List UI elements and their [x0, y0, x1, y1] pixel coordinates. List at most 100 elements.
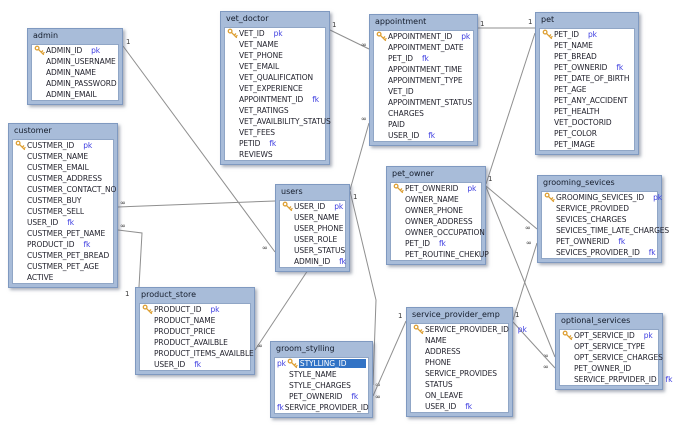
- field-row-address[interactable]: ADDRESS: [411, 346, 508, 357]
- field-name[interactable]: ADMIN_NAME: [46, 68, 96, 77]
- field-row-custmer_name[interactable]: CUSTMER_NAME: [13, 151, 113, 162]
- field-name[interactable]: PET_ID: [554, 30, 579, 39]
- field-name[interactable]: VET_RATINGS: [239, 106, 289, 115]
- table-service_provider_emp[interactable]: service_provider_emp SERVICE_PROVIDER_ID p…: [406, 307, 527, 417]
- field-name[interactable]: STYLE_CHARGES: [289, 381, 351, 390]
- field-row-active[interactable]: ACTIVE: [13, 272, 113, 283]
- field-row-appointment_date[interactable]: APPOINTMENT_DATE: [374, 42, 473, 53]
- field-row-product_items_availble[interactable]: PRODUCT_ITEMS_AVAILBLE: [140, 348, 254, 359]
- table-pet[interactable]: pet PET_ID pk PET_NAME PET_BREAD PET_OWNERID f…: [535, 12, 639, 155]
- field-name[interactable]: APPOINTMENT_TYPE: [388, 76, 463, 85]
- field-row-reviews[interactable]: REVIEWS: [225, 149, 325, 160]
- field-name[interactable]: OWNER_ADDRESS: [405, 217, 473, 226]
- field-row-service_prpvider_id[interactable]: SERVICE_PRPVIDER_ID fk: [560, 374, 672, 385]
- field-name[interactable]: STYLE_NAME: [289, 370, 337, 379]
- table-vet_doctor[interactable]: vet_doctor VET_ID pk VET_NAME VET_PHONE VET_E…: [220, 11, 331, 165]
- field-row-custmer_buy[interactable]: CUSTMER_BUY: [13, 195, 113, 206]
- field-row-owner_name[interactable]: OWNER_NAME: [391, 194, 481, 205]
- field-name[interactable]: CHARGES: [388, 109, 424, 118]
- field-row-sevices_provider_id[interactable]: SEVICES_PROVIDER_ID fk: [542, 247, 657, 258]
- field-name[interactable]: PHONE: [425, 358, 451, 367]
- field-name[interactable]: ACTIVE: [27, 273, 53, 282]
- field-name[interactable]: PRODUCT_ID: [154, 305, 202, 314]
- field-row-user_id[interactable]: USER_ID fk: [140, 359, 250, 370]
- relationship-line-service_provider_emp-grooming_sevices[interactable]: [512, 242, 538, 321]
- field-name[interactable]: VET_ID: [388, 87, 414, 96]
- field-row-custmer_contact_no[interactable]: CUSTMER_CONTACT_NO: [13, 184, 116, 195]
- field-name[interactable]: VET_ID: [239, 29, 265, 38]
- field-name[interactable]: SERVICE_PRPVIDER_ID: [574, 375, 657, 384]
- table-title-appointment[interactable]: appointment: [373, 15, 474, 30]
- field-row-user_id[interactable]: USER_ID fk: [411, 401, 508, 412]
- field-row-pet_name[interactable]: PET_NAME: [540, 40, 634, 51]
- field-row-admin_name[interactable]: ADMIN_NAME: [32, 67, 118, 78]
- field-row-opt_service_charges[interactable]: OPT_SERVICE_CHARGES: [560, 352, 663, 363]
- field-row-user_id[interactable]: USER_ID pk: [280, 201, 345, 212]
- field-row-opt_service_id[interactable]: OPT_SERVICE_ID pk: [560, 330, 658, 341]
- field-name[interactable]: PET_NAME: [554, 41, 593, 50]
- field-name[interactable]: VET_AVAILBILITY_STATUS: [239, 117, 331, 126]
- field-name[interactable]: USER_ID: [154, 360, 185, 369]
- field-name[interactable]: OPT_SERVICE_CHARGES: [574, 353, 663, 362]
- field-name[interactable]: USER_ID: [27, 218, 58, 227]
- field-row-product_id[interactable]: PRODUCT_ID pk: [140, 304, 250, 315]
- field-name[interactable]: PET_OWNERID: [554, 63, 607, 72]
- field-name[interactable]: PRODUCT_ITEMS_AVAILBLE: [154, 349, 254, 358]
- field-name[interactable]: CUSTMER_PET_NAME: [27, 229, 105, 238]
- table-grooming_sevices[interactable]: grooming_sevices GROOMING_SEVICES_ID pk SER…: [537, 175, 669, 263]
- relationship-line-customer-product_store[interactable]: [117, 229, 143, 288]
- field-row-product_availble[interactable]: PRODUCT_AVAILBLE: [140, 337, 250, 348]
- field-name[interactable]: PET_ID: [388, 54, 413, 63]
- field-name[interactable]: VET_EMAIL: [239, 62, 279, 71]
- field-name[interactable]: CUSTMER_SELL: [27, 207, 84, 216]
- er-diagram-canvas[interactable]: 1∞1∞∞1∞1∞11∞111∞∞1∞∞∞1∞adminADMIN_IDpkAD…: [0, 0, 680, 427]
- field-name[interactable]: CUSTMER_PET_BREAD: [27, 251, 109, 260]
- field-name[interactable]: SERVICE_PROVIDER_ID: [425, 325, 509, 334]
- field-row-pet_ownerid[interactable]: PET_OWNERID fk: [540, 62, 634, 73]
- field-name[interactable]: PET_OWNER_ID: [574, 364, 631, 373]
- field-name[interactable]: PET_OWNERID: [405, 184, 458, 193]
- field-name[interactable]: OWNER_OCCUPATION: [405, 228, 485, 237]
- field-row-vet_phone[interactable]: VET_PHONE: [225, 50, 325, 61]
- table-title-users[interactable]: users: [279, 185, 346, 200]
- field-row-pet_routine_chekup[interactable]: PET_ROUTINE_CHEKUP: [391, 249, 489, 260]
- field-name[interactable]: PET_ID: [405, 239, 430, 248]
- field-name[interactable]: STYLLING_ID: [298, 359, 366, 368]
- field-name[interactable]: USER_ID: [388, 131, 419, 140]
- field-name[interactable]: CUSTMER_NAME: [27, 152, 88, 161]
- field-row-admin_password[interactable]: ADMIN_PASSWORD: [32, 78, 118, 89]
- field-name[interactable]: PET_IMAGE: [554, 140, 595, 149]
- field-name[interactable]: VET_DOCTORID: [554, 118, 612, 127]
- field-row-pet_id[interactable]: PET_ID pk: [540, 29, 634, 40]
- field-name[interactable]: SERVICE_PROVIDES: [425, 369, 497, 378]
- field-name[interactable]: ADMIN_USERNAME: [46, 57, 116, 66]
- field-row-paid[interactable]: PAID: [374, 119, 473, 130]
- field-name[interactable]: PET_OWNERID: [289, 392, 342, 401]
- table-title-pet[interactable]: pet: [539, 13, 635, 28]
- field-row-appointment_id[interactable]: APPOINTMENT_ID fk: [225, 94, 325, 105]
- field-row-sevices_time_late_charges[interactable]: SEVICES_TIME_LATE_CHARGES: [542, 225, 669, 236]
- field-row-owner_occupation[interactable]: OWNER_OCCUPATION: [391, 227, 485, 238]
- field-row-vet_availbility_status[interactable]: VET_AVAILBILITY_STATUS: [225, 116, 331, 127]
- field-row-admin_id[interactable]: ADMIN_ID pk: [32, 45, 118, 56]
- field-row-status[interactable]: STATUS: [411, 379, 508, 390]
- field-row-pet_id[interactable]: PET_ID fk: [374, 53, 473, 64]
- table-title-customer[interactable]: customer: [12, 124, 114, 139]
- field-row-service_provider_id[interactable]: fk SERVICE_PROVIDER_ID: [275, 402, 369, 413]
- field-name[interactable]: STATUS: [425, 380, 453, 389]
- field-name[interactable]: SERVICE_PROVIDER_ID: [285, 403, 369, 412]
- field-row-grooming_sevices_id[interactable]: GROOMING_SEVICES_ID pk: [542, 192, 662, 203]
- field-row-custmer_pet_age[interactable]: CUSTMER_PET_AGE: [13, 261, 113, 272]
- field-name[interactable]: CUSTMER_CONTACT_NO: [27, 185, 116, 194]
- field-name[interactable]: PET_OWNERID: [556, 237, 609, 246]
- field-name[interactable]: VET_EXPERIENCE: [239, 84, 303, 93]
- field-name[interactable]: ADMIN_ID: [46, 46, 82, 55]
- field-row-pet_health[interactable]: PET_HEALTH: [540, 106, 634, 117]
- field-row-product_id[interactable]: PRODUCT_ID fk: [13, 239, 113, 250]
- table-title-grooming_sevices[interactable]: grooming_sevices: [541, 176, 658, 191]
- field-name[interactable]: PRODUCT_PRICE: [154, 327, 215, 336]
- field-row-custmer_sell[interactable]: CUSTMER_SELL: [13, 206, 113, 217]
- field-row-vet_experience[interactable]: VET_EXPERIENCE: [225, 83, 325, 94]
- table-title-admin[interactable]: admin: [31, 29, 119, 44]
- field-row-vet_fees[interactable]: VET_FEES: [225, 127, 325, 138]
